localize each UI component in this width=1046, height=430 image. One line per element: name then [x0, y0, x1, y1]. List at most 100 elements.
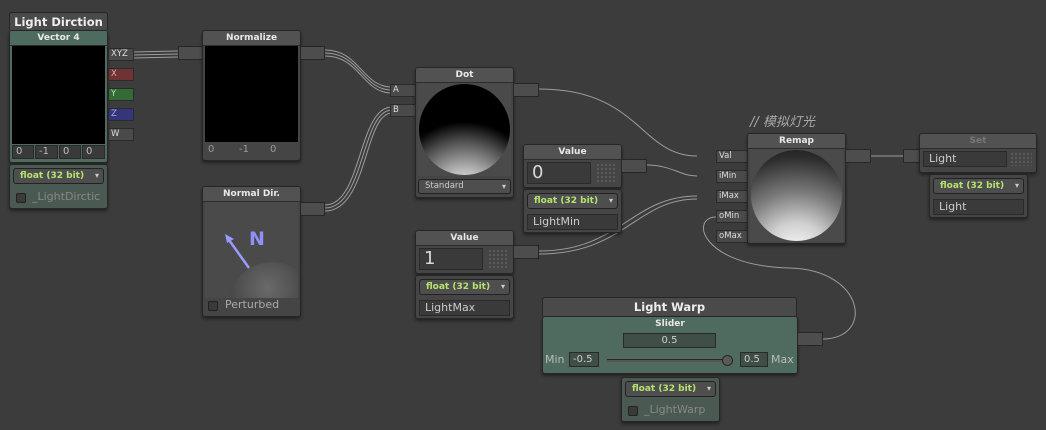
dot-mode-label: Standard [425, 181, 464, 191]
vector4-settings-panel: float (32 bit) ▾ _LightDirctic [9, 164, 108, 209]
remap-input-omin[interactable]: oMin [716, 210, 748, 223]
slider-max-field[interactable]: 0.5 [740, 352, 768, 367]
value-min-precision-label: float (32 bit) [534, 196, 599, 206]
remap-output-port[interactable] [845, 149, 871, 163]
slider-knob[interactable] [722, 355, 733, 366]
port-y[interactable]: Y [108, 88, 134, 101]
vector4-value-w[interactable]: 0 [82, 145, 105, 159]
normalize-node[interactable]: Normalize 0 -1 0 [202, 30, 301, 161]
slider-output-port[interactable] [797, 332, 823, 346]
remap-input-imax[interactable]: iMax [716, 190, 748, 203]
remap-input-val[interactable]: Val [716, 150, 748, 163]
remap-preview [750, 149, 843, 242]
slider-max-label: Max [771, 353, 794, 366]
vector4-property-name: _LightDirctic [32, 190, 101, 203]
slider-value-field[interactable]: 0.5 [623, 333, 716, 348]
normalize-preview [205, 46, 298, 142]
set-property-name[interactable]: Light [933, 199, 1024, 215]
normal-dir-node[interactable]: Normal Dir. N Perturbed [202, 186, 301, 317]
value-min-drag-handle[interactable] [596, 163, 616, 183]
slider-settings-panel: float (32 bit) ▾ _LightWarp [621, 377, 720, 422]
set-node[interactable]: Set Light [919, 133, 1037, 173]
slider-precision-dropdown[interactable]: float (32 bit) ▾ [625, 381, 716, 397]
node-title-light-dirction[interactable]: Light Dirction [9, 12, 108, 30]
value-min-output-port[interactable] [621, 159, 647, 173]
slider-track[interactable] [607, 359, 731, 362]
value-max-property-name[interactable]: LightMax [419, 300, 510, 316]
set-header: Set [920, 134, 1036, 149]
set-variable-field[interactable]: Light [923, 151, 1007, 167]
value-min-node[interactable]: Value 0 [523, 144, 622, 188]
slider-header: Slider [655, 319, 685, 329]
normal-dir-output-port[interactable] [300, 202, 325, 216]
set-settings-panel: float (32 bit) ▾ Light [929, 174, 1028, 218]
vector4-precision-label: float (32 bit) [20, 171, 85, 181]
port-xyz[interactable]: XYZ [108, 48, 134, 61]
slider-min-label: Min [545, 353, 565, 366]
slider-node[interactable]: Slider 0.5 Min -0.5 0.5 Max [542, 316, 798, 374]
set-precision-label: float (32 bit) [940, 181, 1005, 191]
set-input-port[interactable] [903, 149, 920, 163]
value-min-precision-dropdown[interactable]: float (32 bit) ▾ [527, 193, 618, 209]
dot-preview [418, 83, 511, 176]
dropdown-arrow-icon: ▾ [1014, 181, 1019, 190]
set-precision-dropdown[interactable]: float (32 bit) ▾ [933, 178, 1024, 194]
dropdown-arrow-icon: ▾ [94, 171, 99, 180]
set-drag-handle[interactable] [1010, 152, 1032, 166]
normalize-input-port[interactable] [178, 46, 203, 60]
perturbed-label: Perturbed [225, 298, 280, 311]
dot-sphere [419, 84, 510, 175]
slider-precision-label: float (32 bit) [632, 384, 697, 394]
wire-min-remap-imin [645, 164, 698, 177]
remap-input-omax[interactable]: oMax [716, 230, 748, 243]
vector4-header: Vector 4 [10, 31, 107, 46]
value-max-settings-panel: float (32 bit) ▾ LightMax [415, 275, 514, 319]
dropdown-arrow-icon: ▾ [500, 282, 505, 291]
vector4-property-checkbox[interactable] [16, 193, 26, 203]
value-max-output-port[interactable] [513, 245, 539, 259]
value-max-precision-label: float (32 bit) [426, 282, 491, 292]
value-min-settings-panel: float (32 bit) ▾ LightMin [523, 189, 622, 233]
dropdown-arrow-icon: ▾ [608, 196, 613, 205]
vector4-value-z[interactable]: 0 [59, 145, 81, 159]
vector4-value-x[interactable]: 0 [12, 145, 34, 159]
vector4-node[interactable]: Vector 4 0 -1 0 0 [9, 30, 108, 163]
dot-output-port[interactable] [513, 83, 539, 97]
value-max-node[interactable]: Value 1 [415, 230, 514, 274]
vector4-value-y[interactable]: -1 [35, 145, 58, 159]
value-min-header: Value [524, 145, 621, 160]
dot-node[interactable]: Dot Standard ▾ [415, 67, 514, 198]
vector4-precision-dropdown[interactable]: float (32 bit) ▾ [13, 168, 104, 184]
value-max-input[interactable]: 1 [419, 248, 483, 270]
value-min-input[interactable]: 0 [527, 162, 591, 184]
vector4-preview [12, 46, 105, 144]
dot-mode-dropdown[interactable]: Standard ▾ [418, 179, 511, 194]
node-title-light-warp[interactable]: Light Warp [542, 297, 797, 316]
normalize-value-x: 0 [208, 144, 215, 155]
normal-dir-glyph: N [249, 228, 265, 250]
remap-sphere [751, 150, 842, 241]
port-w[interactable]: W [108, 128, 134, 141]
dropdown-arrow-icon: ▾ [706, 384, 711, 393]
normalize-value-z: 0 [270, 144, 277, 155]
slider-min-field[interactable]: -0.5 [569, 352, 599, 367]
perturbed-checkbox[interactable] [208, 301, 218, 311]
remap-node[interactable]: Remap [747, 133, 846, 244]
normal-dir-preview: N [205, 202, 298, 298]
normalize-output-port[interactable] [300, 46, 325, 60]
dot-input-b[interactable]: B [390, 104, 416, 117]
wire-normalize-dot-a [324, 49, 393, 88]
remap-input-imin[interactable]: iMin [716, 170, 748, 183]
comment-label: // 模拟灯光 [750, 115, 815, 130]
value-max-header: Value [416, 231, 513, 246]
node-graph-canvas[interactable]: Light Dirction Vector 4 0 -1 0 0 XYZ X Y… [0, 0, 1046, 430]
arrow-icon [225, 234, 251, 269]
value-max-precision-dropdown[interactable]: float (32 bit) ▾ [419, 279, 510, 295]
value-max-drag-handle[interactable] [488, 249, 508, 269]
port-x[interactable]: X [108, 68, 134, 81]
dot-input-a[interactable]: A [390, 84, 416, 97]
slider-property-checkbox[interactable] [628, 406, 638, 416]
remap-header: Remap [748, 134, 845, 149]
value-min-property-name[interactable]: LightMin [527, 214, 618, 230]
port-z[interactable]: Z [108, 108, 134, 121]
